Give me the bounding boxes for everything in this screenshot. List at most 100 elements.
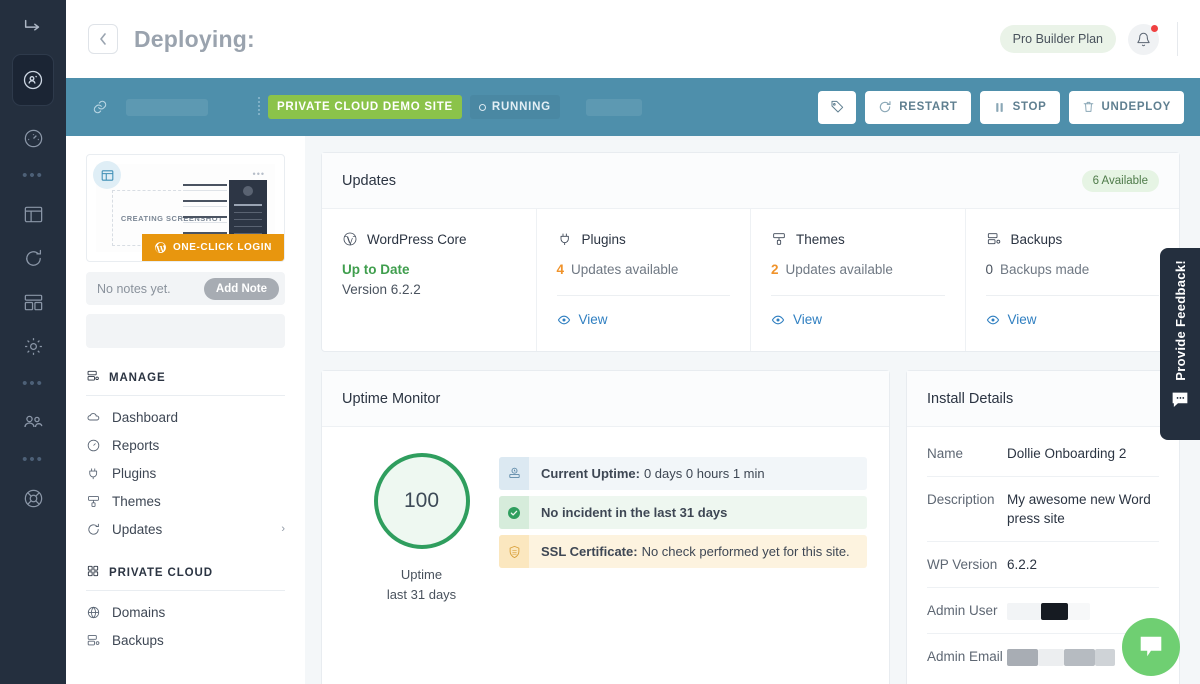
sidebar-item-sites[interactable] [12, 54, 54, 106]
updates-card-header: Updates 6 Available [322, 153, 1179, 209]
themes-view-link[interactable]: View [771, 312, 945, 327]
sidebar-item-reports[interactable]: Reports [86, 431, 285, 459]
nav-list-manage: Dashboard Reports Plugins Themes Updates… [86, 396, 285, 543]
global-nav-rail: ••• ••• ••• [0, 0, 66, 684]
install-row-key: Admin User [927, 603, 998, 618]
uptime-caption-line2: last 31 days [386, 587, 457, 602]
redacted-block [1041, 602, 1068, 620]
redacted-block [1064, 648, 1095, 666]
uptime-row-value: 0 days 0 hours 1 min [643, 466, 765, 481]
updates-col-divider [985, 295, 1159, 296]
uptime-gauge-value: 100 [403, 489, 440, 512]
updates-col-themes: Themes 2 Updates available View [751, 209, 966, 351]
support-icon[interactable] [0, 476, 66, 520]
trash-icon [1083, 101, 1093, 112]
wordpress-core-status: Up to Date [342, 262, 410, 277]
updates-grid: WordPress Core Up to Date Version 6.2.2 [322, 209, 1179, 351]
stop-button[interactable]: STOP [979, 90, 1060, 124]
view-label: View [793, 312, 823, 327]
redacted-site-url [126, 98, 208, 116]
install-row-key: WP Version [927, 557, 998, 572]
dashboard-panels-icon[interactable] [0, 280, 66, 324]
updates-available-badge: 6 Available [1081, 169, 1159, 192]
site-status-chip: RUNNING [469, 95, 560, 119]
backups-count: 0 [985, 262, 994, 277]
rail-divider-dots-2: ••• [22, 375, 44, 392]
install-row-wp-version: WP Version 6.2.2 [927, 542, 1159, 588]
people-icon[interactable] [0, 400, 66, 444]
sidebar-toggle-icon[interactable] [0, 6, 66, 50]
uptime-status-rows: Current Uptime: 0 days 0 hours 1 min No … [499, 453, 867, 605]
site-action-bar: PRIVATE CLOUD DEMO SITE RUNNING RESTART [66, 78, 1200, 136]
header-divider [1177, 22, 1178, 56]
uptime-card-header: Uptime Monitor [322, 371, 889, 427]
sidebar-item-label: Plugins [112, 465, 157, 481]
view-label: View [1007, 312, 1037, 327]
site-status-group: PRIVATE CLOUD DEMO SITE RUNNING [258, 95, 642, 119]
updates-col-status: 0 Backups made [986, 262, 1160, 277]
updates-col-label: Plugins [581, 231, 626, 247]
stop-label: STOP [1012, 101, 1047, 113]
undeploy-label: UNDEPLOY [1101, 101, 1171, 113]
site-screenshot-card: ••• CREATING SCREENSHOT ONE-CLICK LOGIN [86, 154, 285, 262]
site-type-chip: PRIVATE CLOUD DEMO SITE [268, 95, 462, 119]
window-layout-icon[interactable] [0, 192, 66, 236]
view-label: View [578, 312, 608, 327]
add-note-button[interactable]: Add Note [203, 277, 279, 300]
install-row-value: 6.2.2 [1007, 557, 1038, 572]
plugins-update-count: 4 [556, 262, 565, 277]
sidebar-item-themes[interactable]: Themes [86, 487, 285, 515]
server-clock-icon [499, 457, 529, 490]
sidebar-item-domains[interactable]: Domains [86, 598, 285, 626]
site-actions: RESTART STOP UNDEPLOY [818, 90, 1184, 124]
redacted-block [1038, 648, 1064, 666]
install-row-key: Admin Email [927, 649, 1003, 664]
uptime-row-bold: No incident in the last 31 days [541, 505, 728, 520]
chat-widget-button[interactable] [1122, 618, 1180, 676]
sidebar-item-updates[interactable]: Updates › [86, 515, 285, 543]
grid-icon [86, 564, 100, 581]
provide-feedback-tab[interactable]: Provide Feedback! [1160, 248, 1200, 440]
sidebar-item-label: Themes [112, 493, 161, 509]
restart-button[interactable]: RESTART [865, 90, 971, 124]
chat-bubble-icon [1170, 391, 1190, 414]
redacted-block [1007, 648, 1038, 666]
plug-icon [557, 231, 573, 247]
back-button[interactable] [88, 24, 118, 54]
notifications-button[interactable] [1128, 23, 1159, 55]
status-ring-icon [478, 103, 486, 111]
plugins-view-link[interactable]: View [557, 312, 731, 327]
lower-row: Uptime Monitor 100 Uptime last 31 days C… [321, 370, 1180, 684]
sidebar-item-backups[interactable]: Backups [86, 626, 285, 654]
uptime-card-title: Uptime Monitor [342, 390, 441, 407]
refresh-circle-icon[interactable] [0, 236, 66, 280]
brush-icon [771, 231, 787, 247]
cloud-icon [86, 410, 101, 425]
sidebar-item-plugins[interactable]: Plugins [86, 459, 285, 487]
one-click-login-button[interactable]: ONE-CLICK LOGIN [142, 234, 284, 261]
sidebar-item-dashboard[interactable]: Dashboard [86, 403, 285, 431]
nav-group-private-cloud-title: PRIVATE CLOUD [109, 566, 213, 579]
link-icon[interactable] [92, 99, 108, 115]
install-row-key: Name [927, 446, 964, 461]
uptime-row-text: Current Uptime: 0 days 0 hours 1 min [529, 457, 867, 490]
updates-col-plugins: Plugins 4 Updates available View [537, 209, 751, 351]
redacted-block [1007, 602, 1041, 620]
gauge-icon [86, 438, 101, 453]
chat-bubble-icon [1140, 636, 1162, 657]
updates-col-label: Themes [796, 231, 845, 247]
updates-card: Updates 6 Available WordPress Core Up to… [321, 152, 1180, 352]
gauge-icon[interactable] [0, 116, 66, 160]
globe-icon [86, 605, 101, 620]
updates-col-label-row: Themes [771, 231, 945, 247]
restart-icon [880, 101, 891, 113]
backups-view-link[interactable]: View [986, 312, 1160, 327]
install-row-value-redacted [1007, 601, 1159, 620]
wordpress-core-version: Version 6.2.2 [342, 282, 421, 297]
undeploy-button[interactable]: UNDEPLOY [1068, 90, 1184, 124]
install-card-title: Install Details [927, 390, 1014, 407]
uptime-row-text: No incident in the last 31 days [529, 496, 867, 529]
gear-icon[interactable] [0, 324, 66, 368]
site-sidebar: ••• CREATING SCREENSHOT ONE-CLICK LOGIN … [66, 136, 305, 684]
tag-button[interactable] [818, 90, 857, 124]
